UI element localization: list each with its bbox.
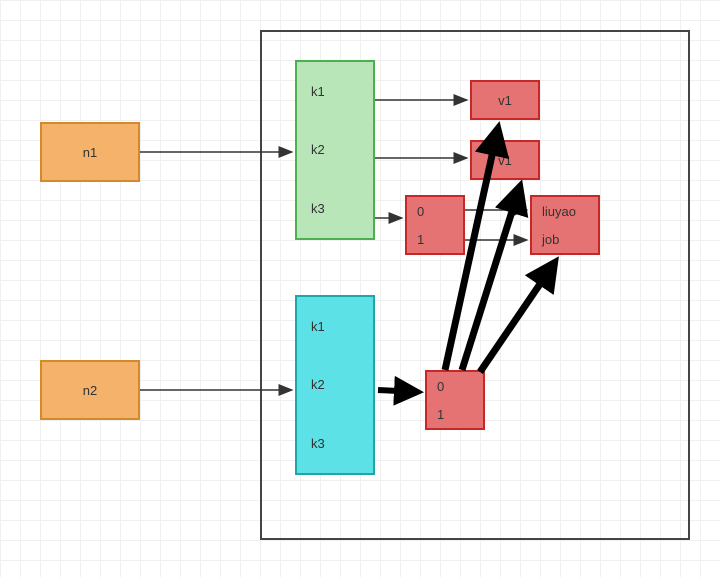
red-small-bottom-a: 0 — [437, 379, 444, 394]
red-liuyao-a: liuyao — [542, 204, 576, 219]
node-n1: n1 — [40, 122, 140, 182]
red-small-bottom: 0 1 — [425, 370, 485, 430]
red-small-top: 0 1 — [405, 195, 465, 255]
cyan-k1: k1 — [311, 319, 325, 334]
green-k1: k1 — [311, 84, 325, 99]
green-k2: k2 — [311, 142, 325, 157]
node-n2-label: n2 — [83, 383, 97, 398]
cyan-klist: k1 k2 k3 — [295, 295, 375, 475]
cyan-k2: k2 — [311, 377, 325, 392]
red-liuyao: liuyao job — [530, 195, 600, 255]
green-k3: k3 — [311, 201, 325, 216]
red-v1-second: v1 — [470, 140, 540, 180]
red-v1-top: v1 — [470, 80, 540, 120]
cyan-k3: k3 — [311, 436, 325, 451]
red-v1-top-label: v1 — [498, 93, 512, 108]
red-v1-second-label: v1 — [498, 153, 512, 168]
red-small-bottom-b: 1 — [437, 407, 444, 422]
node-n2: n2 — [40, 360, 140, 420]
green-klist: k1 k2 k3 — [295, 60, 375, 240]
node-n1-label: n1 — [83, 145, 97, 160]
red-small-top-a: 0 — [417, 204, 424, 219]
red-small-top-b: 1 — [417, 232, 424, 247]
red-liuyao-b: job — [542, 232, 559, 247]
